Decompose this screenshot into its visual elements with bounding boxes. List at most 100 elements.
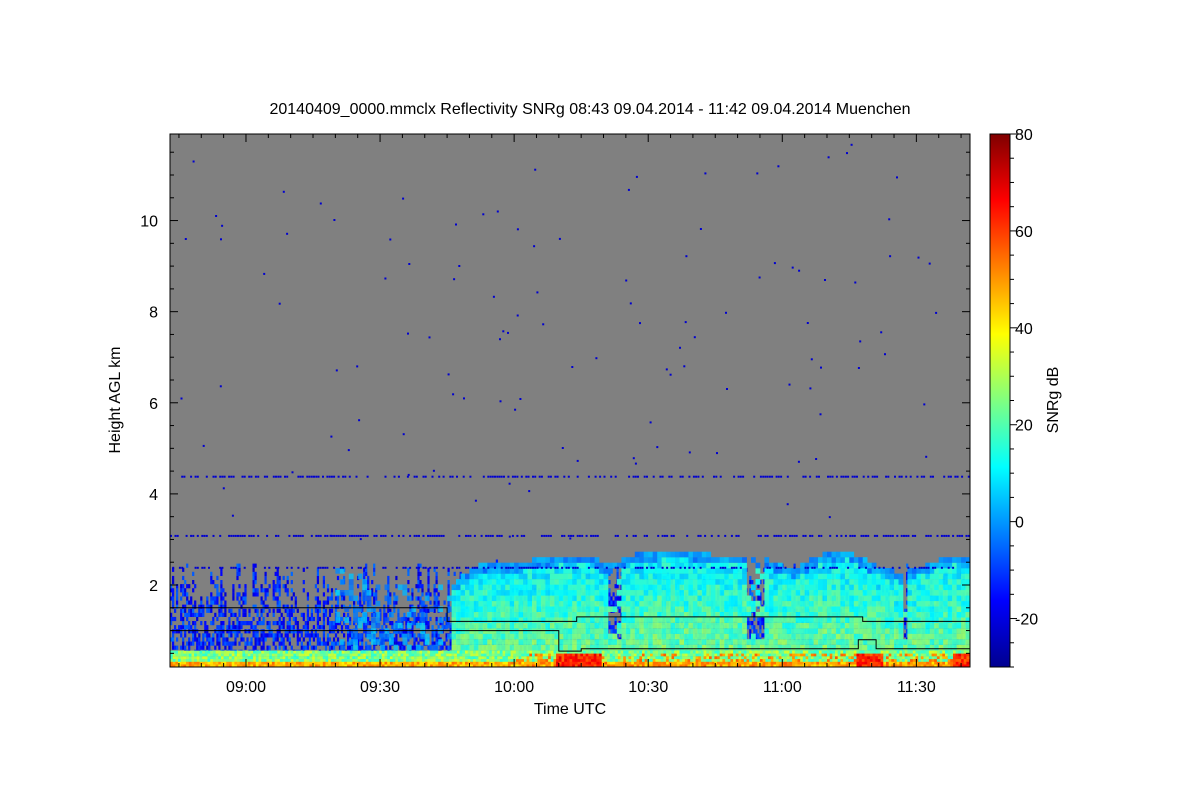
echo-cell bbox=[196, 612, 199, 617]
echo-cell bbox=[670, 628, 676, 634]
echo-cell bbox=[757, 596, 760, 601]
echo-cell bbox=[214, 612, 217, 617]
echo-cell bbox=[256, 612, 259, 617]
echo-cell bbox=[558, 639, 564, 645]
echo-cell bbox=[339, 579, 345, 585]
echo-cell bbox=[451, 617, 457, 623]
echo-cell bbox=[679, 622, 685, 629]
echo-cell bbox=[567, 584, 573, 591]
echo-cell bbox=[737, 628, 743, 634]
echo-cell bbox=[415, 637, 418, 642]
echo-cell bbox=[487, 644, 493, 651]
echo-cell bbox=[594, 584, 600, 591]
echo-cell bbox=[733, 639, 738, 645]
radar-chart: 20140409_0000.mmclx Reflectivity SNRg 08… bbox=[107, 101, 1062, 718]
echo-cell bbox=[349, 645, 352, 650]
echo-cell bbox=[614, 584, 617, 589]
echo-cell bbox=[612, 592, 615, 597]
echo-cell bbox=[274, 633, 277, 638]
echo-cell bbox=[276, 608, 279, 613]
echo-cell bbox=[276, 571, 279, 576]
echo-cell bbox=[204, 621, 207, 626]
echo-cell bbox=[697, 606, 703, 612]
echo-cell bbox=[657, 584, 662, 591]
echo-cell bbox=[514, 600, 519, 607]
echo-cell bbox=[661, 633, 667, 640]
echo-cell bbox=[554, 557, 560, 563]
echo-cell bbox=[316, 608, 319, 613]
echo-cell bbox=[415, 584, 418, 589]
echo-cell bbox=[332, 625, 336, 630]
echo-cell bbox=[254, 625, 257, 630]
echo-cell bbox=[666, 628, 671, 634]
echo-cell bbox=[482, 606, 488, 612]
echo-cell bbox=[581, 579, 586, 585]
echo-cell bbox=[192, 571, 195, 576]
echo-cell bbox=[469, 584, 475, 591]
echo-cell bbox=[567, 557, 573, 563]
echo-cell bbox=[328, 645, 332, 650]
echo-cell bbox=[210, 575, 213, 581]
echo-cell bbox=[366, 600, 372, 607]
echo-cell bbox=[755, 600, 761, 607]
echo-cell bbox=[266, 621, 269, 626]
echo-cell bbox=[353, 611, 358, 618]
echo-cell bbox=[330, 621, 334, 626]
echo-cell bbox=[208, 637, 211, 642]
echo-cell bbox=[262, 621, 265, 626]
echo-cell bbox=[540, 579, 546, 585]
echo-cell bbox=[621, 579, 627, 585]
echo-cell bbox=[782, 628, 788, 634]
echo-cell bbox=[272, 612, 275, 617]
echo-cell bbox=[496, 579, 502, 585]
echo-cell bbox=[572, 633, 577, 640]
echo-cell bbox=[625, 590, 631, 596]
echo-cell bbox=[260, 612, 263, 617]
echo-cell bbox=[737, 584, 743, 591]
echo-cell bbox=[206, 633, 209, 638]
echo-cell bbox=[648, 639, 653, 645]
echo-cell bbox=[536, 557, 542, 563]
echo-cell bbox=[357, 633, 363, 640]
echo-cell bbox=[200, 621, 203, 626]
echo-cell bbox=[487, 639, 493, 645]
echo-cell bbox=[496, 639, 502, 645]
echo-cell bbox=[437, 600, 440, 605]
echo-cell bbox=[473, 617, 479, 623]
echo-cell bbox=[420, 617, 426, 623]
echo-cell bbox=[228, 625, 231, 630]
echo-cell bbox=[212, 637, 215, 642]
echo-cell bbox=[666, 557, 671, 563]
echo-cell bbox=[719, 573, 725, 580]
echo-cell bbox=[509, 633, 515, 640]
echo-cell bbox=[657, 568, 662, 574]
echo-cell bbox=[425, 616, 428, 622]
echo-cell bbox=[447, 606, 452, 612]
echo-cell bbox=[599, 617, 604, 623]
echo-cell bbox=[532, 622, 537, 629]
echo-cell bbox=[688, 622, 694, 629]
echo-cell bbox=[262, 641, 265, 646]
echo-cell bbox=[590, 568, 595, 574]
echo-cell bbox=[795, 595, 801, 602]
echo-cell bbox=[567, 573, 573, 580]
echo-cell bbox=[518, 644, 524, 651]
echo-cell bbox=[361, 641, 364, 646]
echo-cell bbox=[210, 600, 213, 605]
echo-cell bbox=[359, 600, 362, 605]
echo-cell bbox=[424, 639, 430, 645]
echo-cell bbox=[773, 568, 779, 574]
echo-cell bbox=[749, 575, 752, 581]
echo-cell bbox=[576, 584, 582, 591]
echo-cell bbox=[316, 580, 319, 585]
echo-cell bbox=[252, 575, 255, 581]
echo-cell bbox=[270, 629, 273, 634]
echo-cell bbox=[424, 633, 430, 640]
echo-cell bbox=[554, 579, 560, 585]
echo-cell bbox=[371, 622, 376, 629]
echo-cell bbox=[590, 622, 595, 629]
echo-cell bbox=[198, 645, 201, 650]
echo-cell bbox=[554, 600, 560, 607]
echo-cell bbox=[310, 633, 313, 638]
echo-cell bbox=[451, 606, 457, 612]
